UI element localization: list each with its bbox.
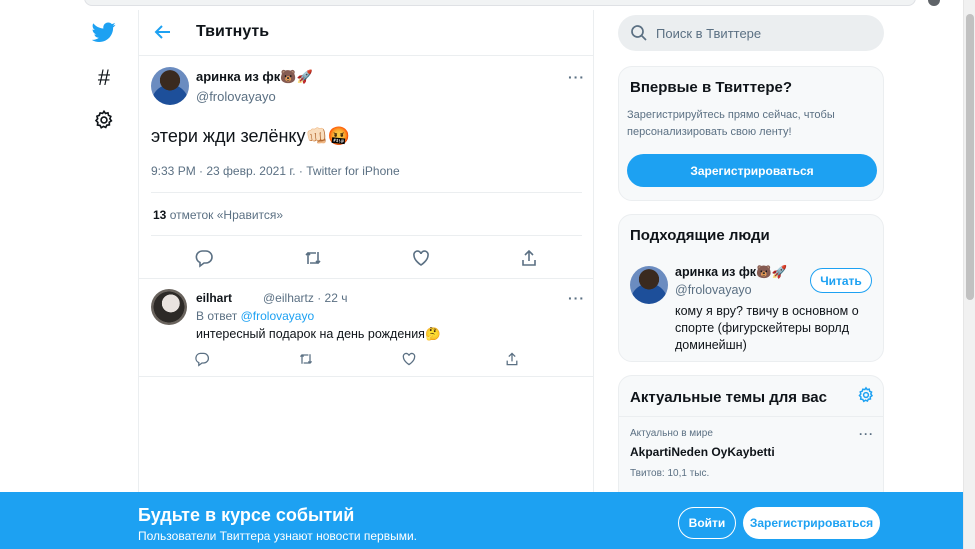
trend-tweet-count: Твитов: 10,1 тыс. [630,468,710,479]
likes-summary[interactable]: 13 отметок «Нравится» [153,208,283,222]
who-to-follow-card: Подходящие люди аринка из фк🐻🚀 @frolovay… [618,214,884,362]
search-box[interactable] [618,15,884,51]
suggested-user-avatar[interactable] [630,266,668,304]
likes-label: отметок «Нравится» [169,208,284,222]
share-icon[interactable] [504,351,520,367]
browser-address-bar[interactable] [84,0,916,6]
register-button[interactable]: Зарегистрироваться [743,507,880,539]
tweet-text: этери жди зелёнку👊🏻🤬 [151,126,351,146]
twitter-page: # Твитнуть аринка из фк🐻🚀 @frolovayayo ·… [0,0,975,549]
reply-to-prefix: В ответ [196,309,238,323]
trends-card: Актуальные темы для вас Актуально в мире… [618,375,884,505]
likes-count: 13 [153,208,167,222]
like-heart-icon[interactable] [411,248,431,268]
signup-card-text: Зарегистрируйтесь прямо сейчас, чтобы пе… [627,109,835,138]
hashtag-icon[interactable]: # [92,65,116,90]
main-header: Твитнуть [139,10,594,56]
divider [139,278,594,279]
reply-author-handle[interactable]: @eilhartz · 22 ч [263,291,347,305]
retweet-icon[interactable] [303,248,323,268]
suggested-user-handle[interactable]: @frolovayayo [675,283,752,297]
reply-author-name[interactable]: eilhart [196,291,232,305]
reply-text: интересный подарок на день рождения🤔 [196,327,441,341]
page-title: Твитнуть [196,23,270,40]
follow-button[interactable]: Читать [810,268,872,293]
login-banner: Будьте в курсе событий Пользователи Твит… [0,492,963,549]
tweet-more-icon[interactable]: ··· [568,69,585,85]
author-avatar[interactable] [151,67,189,105]
main-column: Твитнуть аринка из фк🐻🚀 @frolovayayo ···… [138,10,594,549]
suggested-user-name[interactable]: аринка из фк🐻🚀 [675,265,787,280]
suggested-user-bio: кому я вру? твичу в основном о спорте (ф… [675,304,859,352]
scrollbar-thumb[interactable] [966,14,974,300]
trend-name[interactable]: AkpartiNeden OyKaybetti [630,445,775,459]
trend-more-icon[interactable]: ··· [859,427,874,441]
reply-icon[interactable] [194,351,210,367]
back-arrow-icon[interactable] [153,22,173,42]
browser-toolbar [0,0,975,8]
signup-button[interactable]: Зарегистрироваться [627,154,877,187]
signup-card: Впервые в Твиттере? Зарегистрируйтесь пр… [618,66,884,201]
author-name[interactable]: аринка из фк🐻🚀 [196,69,313,85]
page-scrollbar[interactable] [963,0,975,549]
reply-icon[interactable] [194,248,214,268]
divider [151,235,582,236]
divider [139,376,594,377]
trend-context: Актуально в мире [630,428,713,439]
twitter-logo-icon[interactable] [92,20,116,44]
gear-icon[interactable] [92,108,116,132]
browser-profile-icon[interactable] [928,0,940,6]
trends-settings-gear-icon[interactable] [857,386,875,404]
share-icon[interactable] [519,248,539,268]
reply-to-line: В ответ @frolovayayo [196,309,314,323]
banner-subtitle: Пользователи Твиттера узнают новости пер… [138,529,417,543]
who-to-follow-title: Подходящие люди [630,227,770,244]
reply-to-mention[interactable]: @frolovayayo [241,309,315,323]
tweet-timestamp[interactable]: 9:33 PM · 23 февр. 2021 г. · Twitter for… [151,164,400,178]
reply-more-icon[interactable]: ··· [568,290,585,306]
search-input[interactable] [656,15,876,51]
author-handle[interactable]: @frolovayayo [196,89,276,104]
divider [151,192,582,193]
like-heart-icon[interactable] [401,351,417,367]
trends-title: Актуальные темы для вас [630,389,827,406]
divider [619,416,883,417]
signup-card-title: Впервые в Твиттере? [630,79,793,96]
search-icon [630,24,648,42]
banner-title: Будьте в курсе событий [138,505,355,525]
login-button[interactable]: Войти [678,507,736,539]
retweet-icon[interactable] [298,351,314,367]
reply-author-avatar[interactable] [151,289,187,325]
